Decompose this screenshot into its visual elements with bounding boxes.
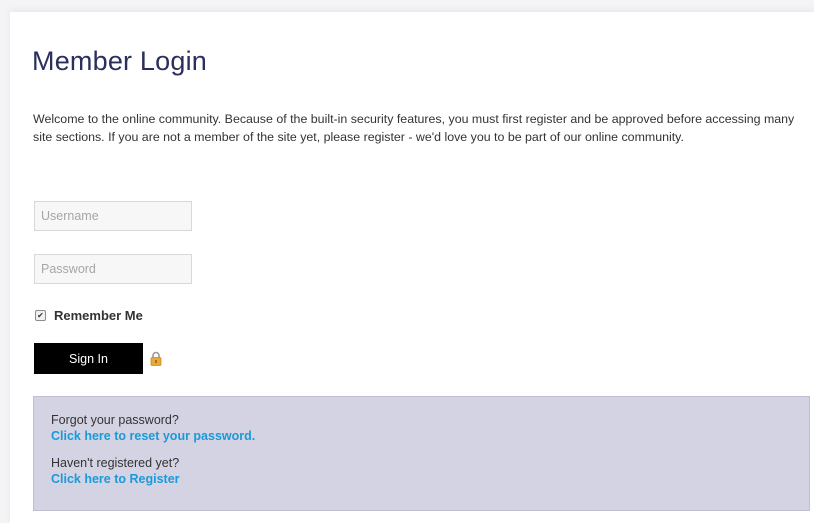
login-page: Member Login Welcome to the online commu… — [10, 12, 814, 523]
intro-text: Welcome to the online community. Because… — [33, 112, 795, 144]
help-panel: Forgot your password? Click here to rese… — [33, 396, 810, 511]
remember-me-checkbox[interactable]: ✔ — [35, 310, 46, 321]
register-group: Haven't registered yet? Click here to Re… — [51, 455, 809, 487]
username-input[interactable] — [34, 201, 192, 231]
register-question: Haven't registered yet? — [51, 456, 180, 470]
lock-icon — [150, 351, 162, 366]
password-input[interactable] — [34, 254, 192, 284]
reset-password-link[interactable]: Click here to reset your password. — [51, 428, 255, 444]
remember-me-label: Remember Me — [54, 308, 143, 323]
remember-me[interactable]: ✔ Remember Me — [35, 308, 143, 323]
sign-in-button[interactable]: Sign In — [34, 343, 143, 374]
forgot-password-question: Forgot your password? — [51, 413, 179, 427]
page-title: Member Login — [32, 46, 207, 76]
register-link[interactable]: Click here to Register — [51, 471, 180, 487]
forgot-password-group: Forgot your password? Click here to rese… — [51, 412, 809, 444]
